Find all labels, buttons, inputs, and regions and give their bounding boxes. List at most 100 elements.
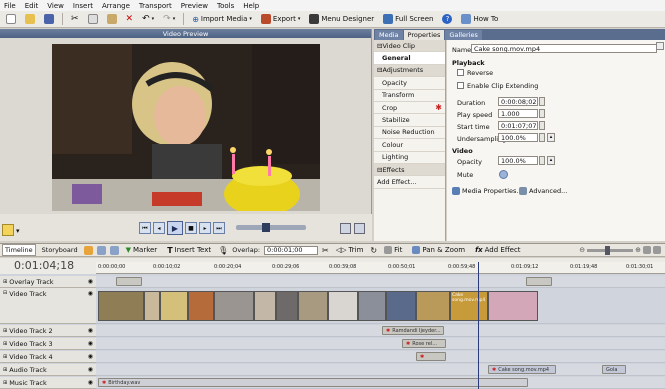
grid-icon[interactable]: [109, 245, 119, 255]
add-effect-item[interactable]: Add Effect...: [374, 176, 445, 189]
stop-icon[interactable]: ■: [185, 222, 197, 234]
opacity-spinner[interactable]: [539, 156, 545, 165]
overlay-clip[interactable]: [526, 277, 552, 286]
playhead[interactable]: [478, 262, 479, 389]
video-clip-thumb[interactable]: [276, 291, 298, 321]
remove-icon[interactable]: ✱: [435, 103, 442, 112]
how-to-button[interactable]: How To: [458, 13, 501, 26]
step-forward-icon[interactable]: ▸: [199, 222, 211, 234]
audio-track-lane[interactable]: ✱ Cake song.mov.mp4 Gola: [96, 364, 665, 376]
snap-icon[interactable]: [83, 245, 93, 255]
video-clip-thumb[interactable]: [386, 291, 416, 321]
eye-icon[interactable]: ◉: [88, 278, 93, 285]
menu-edit[interactable]: Edit: [25, 2, 39, 10]
video-track-3-clip[interactable]: ✱ Rose rel...: [402, 339, 446, 348]
audio-clip-2[interactable]: Gola: [602, 365, 626, 374]
eye-icon[interactable]: ◉: [88, 353, 93, 360]
adjustments-header[interactable]: ⊟ Adjustments: [374, 64, 445, 78]
marker-button[interactable]: ▼ Marker: [123, 244, 161, 257]
time-ruler[interactable]: 0:00:00;00 0:00:10;02 0:00:20;04 0:00:29…: [96, 262, 665, 274]
video-clip-thumb[interactable]: [98, 291, 144, 321]
audio-clip[interactable]: ✱ Cake song.mov.mp4: [488, 365, 556, 374]
menu-file[interactable]: File: [4, 2, 16, 10]
undersampling-spinner[interactable]: [539, 133, 545, 142]
menu-help[interactable]: Help: [243, 2, 259, 10]
zoom-slider-track[interactable]: [236, 225, 306, 230]
split-icon[interactable]: ✂: [322, 246, 329, 255]
video-clip-header[interactable]: ⊟ Video Clip: [374, 40, 445, 53]
zoom-out-icon[interactable]: ⊖: [579, 246, 585, 254]
transform-item[interactable]: Transform: [374, 90, 445, 102]
start-time-field[interactable]: 0:01:07;07: [498, 121, 538, 130]
overlap-field[interactable]: 0:00:01;00: [264, 245, 319, 255]
lighting-item[interactable]: Lighting: [374, 152, 445, 164]
mute-toggle[interactable]: [499, 170, 508, 179]
help-button[interactable]: ?: [439, 13, 455, 26]
eye-icon[interactable]: ◉: [88, 290, 93, 297]
export-button[interactable]: Export ▾: [258, 13, 303, 26]
video-track-3-header[interactable]: ⊞ Video Track 3 ◉: [0, 338, 96, 350]
go-end-icon[interactable]: ⏭: [213, 222, 225, 234]
ripple-icon[interactable]: [96, 245, 106, 255]
undersampling-button[interactable]: ▴: [547, 133, 555, 142]
duration-field[interactable]: 0:00:08;02: [498, 97, 538, 106]
tab-galleries[interactable]: Galleries: [445, 30, 482, 40]
speaker-icon[interactable]: ◉: [88, 366, 93, 373]
menu-insert[interactable]: Insert: [73, 2, 93, 10]
start-time-spinner[interactable]: [539, 121, 545, 130]
video-track-header[interactable]: ⊟ Video Track ◉: [0, 288, 96, 324]
play-speed-spinner[interactable]: [539, 109, 545, 118]
go-start-icon[interactable]: ⏮: [139, 222, 151, 234]
effects-header[interactable]: ⊟ Effects: [374, 163, 445, 177]
trim-button[interactable]: ◁▷ Trim: [333, 244, 367, 257]
overlay-clip[interactable]: [116, 277, 142, 286]
full-screen-button[interactable]: Full Screen: [380, 13, 436, 26]
video-clip-thumb[interactable]: [488, 291, 538, 321]
fit-button[interactable]: Fit: [381, 244, 405, 257]
redo-button[interactable]: ↷ ▾: [160, 13, 178, 26]
tab-properties[interactable]: Properties: [403, 30, 445, 40]
pan-zoom-button[interactable]: Pan & Zoom: [409, 244, 468, 257]
save-button[interactable]: [41, 13, 57, 26]
open-button[interactable]: [22, 13, 38, 26]
music-track-lane[interactable]: ✱ Birthday.wav: [96, 377, 665, 389]
tab-storyboard[interactable]: Storyboard: [40, 245, 80, 255]
pointer-tool-icon[interactable]: [2, 224, 14, 236]
video-track-2-lane[interactable]: ✱ Ramdandi Ijeyder...: [96, 325, 665, 337]
snapshot-icon[interactable]: [354, 223, 365, 234]
video-track-2-header[interactable]: ⊞ Video Track 2 ◉: [0, 325, 96, 337]
delete-button[interactable]: ✕: [123, 13, 137, 26]
undo-button[interactable]: ↶ ▾: [139, 13, 157, 26]
layout-icon[interactable]: [340, 223, 351, 234]
menu-transport[interactable]: Transport: [139, 2, 172, 10]
video-clip-thumb[interactable]: [328, 291, 358, 321]
menu-tools[interactable]: Tools: [217, 2, 234, 10]
zoom-in-icon[interactable]: ⊕: [635, 246, 641, 254]
menu-preview[interactable]: Preview: [181, 2, 208, 10]
crop-item[interactable]: Crop ✱: [374, 102, 445, 115]
video-clip-thumb[interactable]: [160, 291, 188, 321]
timeline-zoom-slider[interactable]: [587, 245, 634, 255]
zoom-fit-icon[interactable]: [643, 246, 651, 254]
overlay-track-header[interactable]: ⊞ Overlay Track ◉: [0, 276, 96, 288]
microphone-icon[interactable]: 🎙: [218, 246, 228, 255]
menu-arrange[interactable]: Arrange: [102, 2, 130, 10]
opacity-field[interactable]: 100.0%: [498, 156, 538, 165]
audio-track-header[interactable]: ⊞ Audio Track ◉: [0, 364, 96, 376]
pointer-dropdown-icon[interactable]: ▾: [16, 227, 20, 235]
enable-extending-checkbox[interactable]: [457, 82, 464, 89]
reverse-checkbox[interactable]: [457, 69, 464, 76]
paste-button[interactable]: [104, 13, 120, 26]
video-clip-thumb[interactable]: [358, 291, 386, 321]
colour-item[interactable]: Colour: [374, 139, 445, 152]
name-field[interactable]: Cake song.mov.mp4: [471, 44, 657, 53]
tab-media[interactable]: Media: [375, 30, 403, 40]
video-clip-thumb[interactable]: [188, 291, 214, 321]
video-track-4-lane[interactable]: ✱: [96, 351, 665, 363]
zoom-all-icon[interactable]: [653, 246, 661, 254]
rotate-icon[interactable]: ↻: [370, 246, 377, 255]
media-properties-button[interactable]: Media Properties...: [452, 187, 523, 195]
video-clip-thumb[interactable]: [298, 291, 328, 321]
new-button[interactable]: [3, 13, 19, 26]
video-clip-thumb[interactable]: [254, 291, 276, 321]
